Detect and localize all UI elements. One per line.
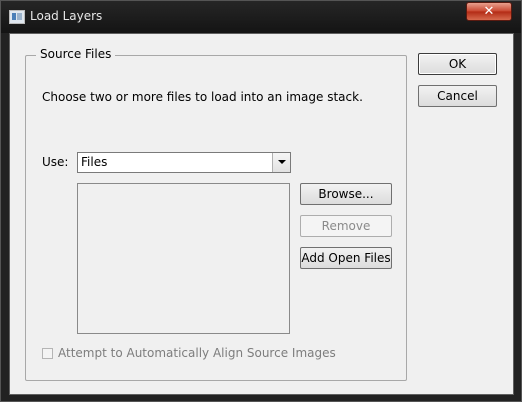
add-open-files-button[interactable]: Add Open Files <box>300 247 392 269</box>
file-list[interactable] <box>77 183 290 334</box>
cancel-button[interactable]: Cancel <box>418 85 497 107</box>
load-layers-dialog: Load Layers ✕ Source Files Choose two or… <box>0 0 522 402</box>
remove-button[interactable]: Remove <box>300 215 392 237</box>
use-select[interactable]: Files <box>77 152 291 173</box>
browse-button[interactable]: Browse... <box>300 183 392 205</box>
align-source-images-checkbox[interactable] <box>42 348 53 359</box>
source-files-description: Choose two or more files to load into an… <box>42 90 363 104</box>
use-label: Use: <box>42 155 69 169</box>
ok-button[interactable]: OK <box>418 53 497 75</box>
use-select-dropdown-button[interactable] <box>272 153 290 172</box>
source-files-legend: Source Files <box>36 47 116 61</box>
app-icon <box>9 10 25 24</box>
window-title: Load Layers <box>30 9 103 23</box>
close-icon: ✕ <box>483 4 495 19</box>
close-button[interactable]: ✕ <box>466 2 512 21</box>
source-files-group: Source Files Choose two or more files to… <box>25 47 407 381</box>
align-source-images-label: Attempt to Automatically Align Source Im… <box>58 346 336 360</box>
chevron-down-icon <box>278 160 286 164</box>
dialog-body: Source Files Choose two or more files to… <box>9 33 514 395</box>
use-select-value: Files <box>81 155 108 169</box>
title-bar[interactable]: Load Layers ✕ <box>1 1 521 33</box>
